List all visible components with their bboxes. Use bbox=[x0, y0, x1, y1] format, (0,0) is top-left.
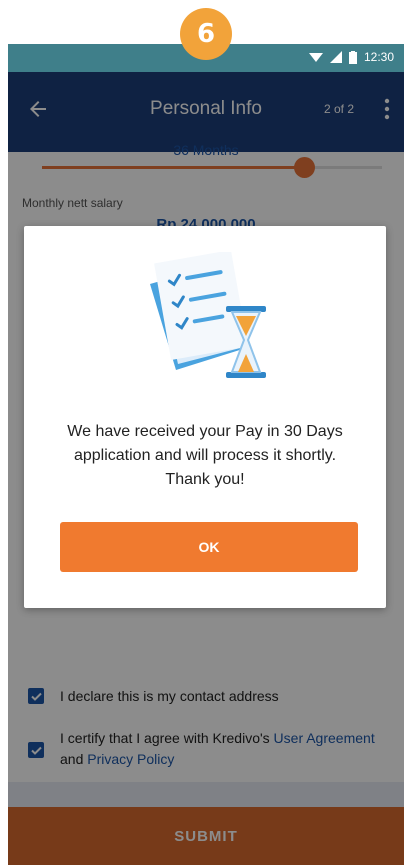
phone-screen: 12:30 Personal Info 2 of 2 36 Months Mon… bbox=[8, 44, 404, 865]
step-number-badge: 6 bbox=[180, 8, 232, 60]
wifi-icon bbox=[308, 53, 323, 62]
signal-icon bbox=[329, 51, 342, 63]
battery-icon bbox=[348, 50, 357, 64]
confirmation-dialog: We have received your Pay in 30 Days app… bbox=[24, 226, 386, 608]
application-checklist-illustration bbox=[150, 252, 266, 378]
ok-button[interactable]: OK bbox=[60, 522, 358, 572]
status-time: 12:30 bbox=[363, 50, 394, 64]
confirmation-message: We have received your Pay in 30 Days app… bbox=[67, 423, 343, 488]
